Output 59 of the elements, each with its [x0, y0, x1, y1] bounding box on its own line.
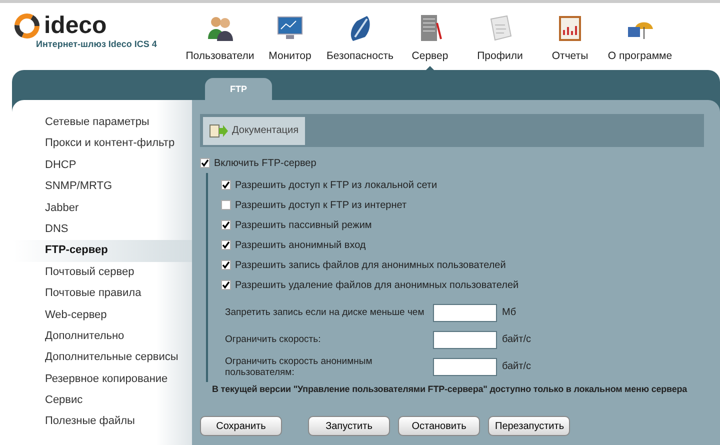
checkmark-icon — [222, 261, 230, 269]
nav-item[interactable]: Пользователи — [185, 13, 255, 70]
sidebar-item[interactable]: Полезные файлы — [12, 411, 192, 433]
nav-item[interactable]: Монитор — [255, 13, 325, 70]
checkbox[interactable] — [221, 200, 231, 210]
action-button[interactable]: Остановить — [398, 416, 480, 436]
checkbox[interactable] — [221, 220, 231, 230]
sidebar-item[interactable]: Web-сервер — [12, 304, 192, 326]
checkmark-icon — [222, 281, 230, 289]
checkbox-label: Разрешить запись файлов для анонимных пользователей — [235, 260, 506, 270]
sidebar-item[interactable]: Сетевые параметры — [12, 112, 192, 134]
sidebar-item[interactable]: Резервное копирование — [12, 368, 192, 390]
unit-label: байт/с — [502, 334, 532, 345]
logo-icon — [14, 13, 40, 39]
logo-subtitle: Интернет-шлюз Ideco ICS 4 — [36, 39, 158, 49]
sidebar-item[interactable]: Прокси и контент-фильтр — [12, 133, 192, 155]
checkmark-icon — [222, 241, 230, 249]
documentation-button[interactable]: Документация — [203, 116, 305, 144]
checkbox[interactable] — [200, 158, 210, 168]
sidebar-item[interactable]: Сервис — [12, 390, 192, 412]
checkbox[interactable] — [221, 260, 231, 270]
input-field[interactable] — [433, 330, 497, 348]
checkbox-label: Разрешить доступ к FTP из локальной сети — [235, 180, 438, 190]
sidebar-item[interactable]: Jabber — [12, 198, 192, 219]
sidebar-item[interactable]: Почтовые правила — [12, 283, 192, 305]
unit-label: байт/с — [502, 361, 532, 372]
checkbox-label: Включить FTP-сервер — [214, 158, 316, 168]
action-button[interactable]: Сохранить — [200, 416, 282, 436]
sidebar-item[interactable]: SNMP/MRTG — [12, 176, 192, 198]
unit-label: Мб — [502, 307, 516, 318]
sidebar-item[interactable]: Дополнительные сервисы — [12, 347, 192, 369]
nav-item[interactable]: Отчеты — [535, 13, 605, 70]
nav-item[interactable]: О программе — [605, 13, 675, 70]
input-field[interactable] — [433, 358, 497, 376]
logo-name: ideco — [44, 13, 107, 39]
action-button[interactable]: Перезапустить — [488, 416, 570, 436]
sidebar-item[interactable]: DNS — [12, 218, 192, 240]
checkbox-label: Разрешить пассивный режим — [235, 220, 372, 230]
sidebar-item[interactable]: Почтовый сервер — [12, 262, 192, 284]
book-arrow-icon — [209, 122, 229, 138]
sidebar-item[interactable]: DHCP — [12, 154, 192, 176]
checkmark-icon — [201, 159, 209, 167]
checkmark-icon — [222, 181, 230, 189]
nav-item[interactable]: Безопасность — [325, 13, 395, 70]
sidebar-item[interactable]: Дополнительно — [12, 326, 192, 348]
checkbox-label: Разрешить доступ к FTP из интернет — [235, 200, 407, 210]
checkmark-icon — [222, 221, 230, 229]
checkbox[interactable] — [221, 280, 231, 290]
info-note: В текущей версии "Управление пользователями FTP-сервера" доступно только в локальном меню сервера — [212, 383, 688, 394]
input-field[interactable] — [433, 304, 497, 322]
checkbox[interactable] — [221, 240, 231, 250]
checkbox[interactable] — [221, 180, 231, 190]
field-label: Ограничить скорость: — [224, 334, 322, 345]
nav-item[interactable]: Профили — [465, 13, 535, 70]
action-button[interactable]: Запустить — [308, 416, 390, 436]
field-label: Ограничить скорость анонимным пользователям: — [224, 356, 374, 378]
checkbox-label: Разрешить удаление файлов для анонимных пользователей — [235, 280, 519, 290]
field-label: Запретить запись если на диске меньше чем — [224, 307, 426, 318]
checkbox-label: Разрешить анонимный вход — [235, 240, 366, 250]
